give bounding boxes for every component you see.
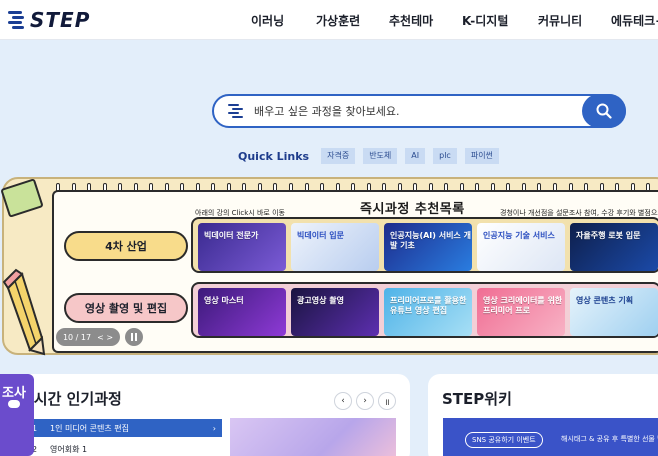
nav-item-virtual-training[interactable]: 가상훈련: [316, 12, 360, 29]
course-thumb[interactable]: 영상 콘텐츠 기획: [570, 288, 658, 336]
step-logo[interactable]: STEP: [6, 8, 90, 32]
search-input[interactable]: [254, 101, 574, 121]
course-thumb-title: 자율주행 로봇 입문: [576, 231, 641, 240]
course-thumb[interactable]: 자율주행 로봇 입문: [570, 223, 658, 271]
pause-button[interactable]: [125, 328, 143, 346]
side-tab-text: 조사: [2, 386, 26, 401]
course-thumb-title: 인공지능 기술 서비스: [483, 231, 555, 240]
pause-popular-button[interactable]: ॥: [378, 392, 396, 410]
course-thumb-title: 광고영상 촬영: [297, 296, 344, 305]
chevron-right-icon: ›: [212, 423, 216, 433]
banner-title: 즉시과정 추천목록: [360, 202, 465, 217]
course-row-4th-industry: 빅데이터 전문가 빅데이터 입문 인공지능(AI) 서비스 개발 기초 인공지능…: [191, 217, 658, 273]
course-thumb-title: 영상 크리에이터를 위한 프리미어 프로: [483, 296, 563, 315]
logo-text: STEP: [30, 8, 91, 32]
next-button[interactable]: ›: [356, 392, 374, 410]
course-thumb-title: 인공지능(AI) 서비스 개발 기초: [390, 231, 471, 250]
quick-link-certificate[interactable]: 자격증: [321, 148, 356, 164]
nav-item-recommended-themes[interactable]: 추천테마: [389, 12, 433, 29]
pause-icon: ॥: [384, 397, 390, 408]
course-title: 영어회화 1: [50, 444, 88, 454]
nav-item-community[interactable]: 커뮤니티: [538, 12, 582, 29]
quick-link-ai[interactable]: AI: [405, 148, 426, 164]
course-thumb[interactable]: 영상 크리에이터를 위한 프리미어 프로: [477, 288, 565, 336]
quick-links: Quick Links 자격증 반도체 AI plc 파이썬: [238, 148, 507, 164]
course-thumb[interactable]: 프리미어프로를 활용한 유튜브 영상 편집: [384, 288, 472, 336]
course-thumb[interactable]: 광고영상 촬영: [291, 288, 379, 336]
slide-counter[interactable]: 10 / 17 < >: [56, 328, 120, 346]
course-thumb-title: 빅데이터 입문: [297, 231, 344, 240]
chevron-right-icon: ›: [363, 396, 367, 406]
course-thumb-title: 빅데이터 전문가: [204, 231, 259, 240]
category-button-4th-industry[interactable]: 4차 산업: [64, 231, 188, 261]
quick-links-label: Quick Links: [238, 149, 310, 163]
step-wiki-title: STEP위키: [442, 390, 512, 408]
chevron-left-icon: ‹: [341, 396, 345, 406]
quick-link-semiconductor[interactable]: 반도체: [363, 148, 398, 164]
course-row-video-editing: 영상 마스터 광고영상 촬영 프리미어프로를 활용한 유튜브 영상 편집 영상 …: [191, 282, 658, 338]
prev-button[interactable]: ‹: [334, 392, 352, 410]
event-text: 해시태그 & 공유 후 특별한 선물 받으세요: [561, 435, 658, 443]
search-bar: [212, 94, 626, 128]
nav-item-edutech-plus[interactable]: 에듀테크+: [611, 12, 658, 29]
nav-item-k-digital[interactable]: K-디지털: [462, 12, 508, 29]
event-badge: SNS 공유하기 이벤트: [465, 432, 543, 448]
step-mini-logo-icon: [228, 103, 244, 121]
logo-mark-icon: [6, 9, 26, 31]
course-thumb-title: 영상 콘텐츠 기획: [576, 296, 634, 305]
list-item[interactable]: 1 1인 미디어 콘텐츠 편집 ›: [26, 419, 222, 437]
pencil-decoration-icon: [2, 268, 46, 356]
slide-nav-arrows: < >: [97, 332, 114, 342]
course-thumb-title: 프리미어프로를 활용한 유튜브 영상 편집: [390, 296, 467, 315]
popular-course-image[interactable]: [230, 418, 396, 456]
course-thumb[interactable]: 빅데이터 전문가: [198, 223, 286, 271]
course-thumb[interactable]: 영상 마스터: [198, 288, 286, 336]
chat-icon: [8, 400, 20, 408]
site-header: STEP 이러닝 가상훈련 추천테마 K-디지털 커뮤니티 에듀테크+: [0, 0, 658, 40]
popular-courses-title: 실시간 인기과정: [20, 390, 122, 408]
quick-link-python[interactable]: 파이썬: [464, 148, 499, 164]
search-icon: [596, 103, 612, 119]
category-button-video-editing[interactable]: 영상 촬영 및 편집: [64, 293, 188, 323]
nav-item-elearning[interactable]: 이러닝: [251, 12, 284, 29]
wiki-event-banner[interactable]: SNS 공유하기 이벤트 해시태그 & 공유 후 특별한 선물 받으세요: [443, 418, 658, 456]
slide-counter-text: 10 / 17: [62, 332, 92, 342]
course-title: 1인 미디어 콘텐츠 편집: [50, 423, 129, 433]
course-thumb-title: 영상 마스터: [204, 296, 244, 305]
course-thumb[interactable]: 빅데이터 입문: [291, 223, 379, 271]
course-thumb[interactable]: 인공지능 기술 서비스: [477, 223, 565, 271]
side-survey-tab[interactable]: 조사: [0, 374, 34, 456]
course-thumb[interactable]: 인공지능(AI) 서비스 개발 기초: [384, 223, 472, 271]
pause-icon: [131, 333, 137, 341]
quick-link-plc[interactable]: plc: [433, 148, 457, 164]
search-button[interactable]: [582, 94, 626, 128]
list-item[interactable]: 2 영어회화 1: [26, 440, 222, 456]
